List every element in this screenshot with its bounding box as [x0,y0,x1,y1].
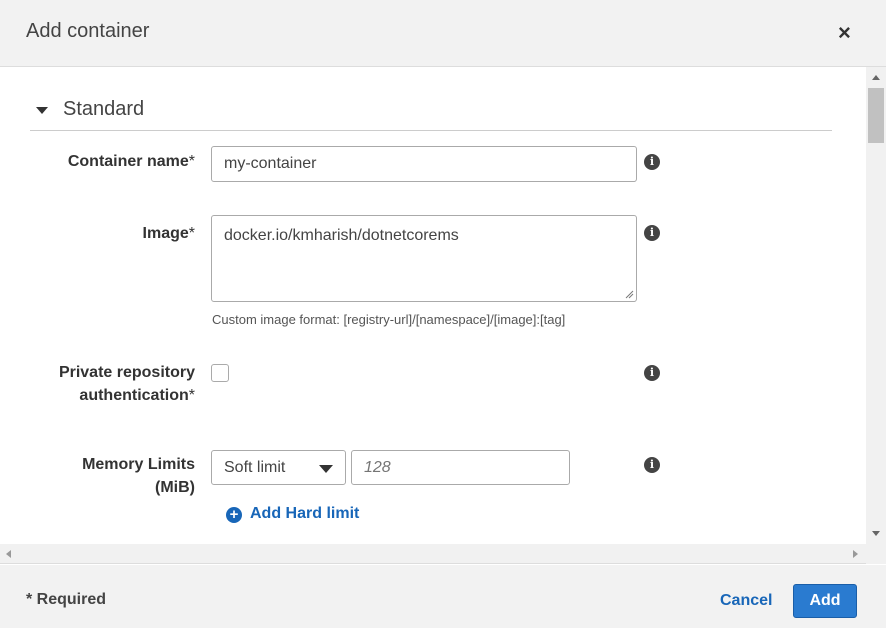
memory-limit-type-select[interactable]: Soft limit [211,450,346,485]
required-note: * Required [26,591,107,608]
info-icon[interactable]: i [644,225,660,241]
image-label: Image* [143,222,195,245]
dialog-title: Add container [26,20,150,42]
private-repo-label-line2: authentication [79,387,189,404]
section-header-standard[interactable]: Standard [30,95,832,131]
required-mark: * [188,153,195,170]
scroll-up-icon[interactable] [872,75,880,80]
image-input[interactable]: docker.io/kmharish/dotnetcorems [211,215,637,302]
info-icon[interactable]: i [644,365,660,381]
section-title: Standard [63,98,145,120]
container-name-label: Container name* [68,150,195,173]
scrollbar-corner [866,544,886,564]
scroll-left-icon[interactable] [6,550,11,558]
cancel-button[interactable]: Cancel [720,592,772,610]
required-mark: * [188,225,195,242]
private-repo-checkbox[interactable] [211,364,229,382]
vertical-scrollbar[interactable] [866,67,886,544]
scroll-thumb[interactable] [868,88,884,143]
container-name-label-text: Container name [67,153,189,170]
plus-circle-icon: + [226,507,242,523]
dialog-content: Standard Container name* i Image* docker… [0,67,866,544]
select-value: Soft limit [224,459,286,476]
add-button[interactable]: Add [793,584,857,618]
private-repo-label-line1: Private repository [58,364,195,381]
close-icon[interactable]: × [838,22,856,44]
horizontal-scrollbar[interactable] [0,544,866,564]
image-format-hint: Custom image format: [registry-url]/[nam… [212,312,566,327]
info-icon[interactable]: i [644,154,660,170]
memory-limits-label-line2: (MiB) [155,479,195,496]
dialog-footer: * Required Cancel Add [0,565,886,628]
container-name-input[interactable] [211,146,637,182]
private-repo-label: Private repository authentication* [59,361,195,407]
resize-grip-icon[interactable] [624,289,634,299]
info-icon[interactable]: i [644,457,660,473]
add-hard-limit-label: Add Hard limit [250,505,360,522]
caret-down-icon[interactable] [36,107,48,114]
memory-limit-input[interactable] [351,450,570,485]
image-label-text: Image [142,225,189,242]
dialog-header: Add container × [0,0,886,67]
memory-limits-label: Memory Limits (MiB) [82,453,195,499]
memory-limits-label-line1: Memory Limits [82,456,195,473]
required-mark: * [188,387,195,404]
scroll-right-icon[interactable] [853,550,858,558]
scroll-down-icon[interactable] [872,531,880,536]
chevron-down-icon [319,465,333,473]
